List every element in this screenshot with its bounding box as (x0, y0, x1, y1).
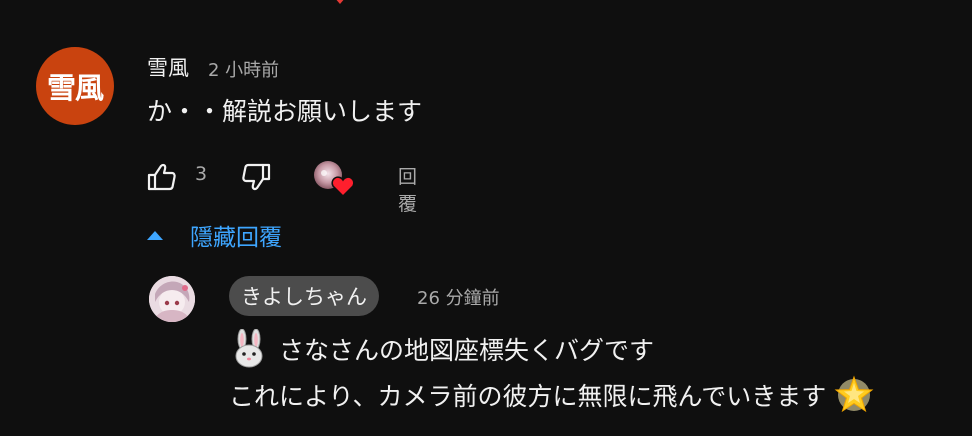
reply-line1-text: さなさんの地図座標失くバグです (279, 336, 655, 365)
glowing-star-emoji (834, 375, 874, 413)
reply-button[interactable]: 回覆 (398, 162, 417, 216)
rabbit-face-emoji (235, 329, 263, 368)
caret-up-icon (147, 231, 163, 240)
reply-author-chip[interactable]: きよしちゃん (229, 276, 379, 316)
like-count: 3 (195, 163, 208, 185)
avatar-image (149, 276, 195, 322)
reply-text-line1: さなさんの地図座標失くバグです (229, 329, 654, 369)
comment-text: か・・解説お願いします (147, 97, 423, 126)
avatar-initials: 雪風 (46, 71, 104, 105)
thumb-up-icon (147, 163, 176, 191)
thumb-down-icon (242, 163, 271, 191)
reply-avatar[interactable] (149, 276, 195, 322)
reply-timestamp[interactable]: 26 分鐘前 (417, 284, 500, 310)
reply-text-line2: これにより、カメラ前の彼方に無限に飛んでいきます (229, 373, 876, 417)
hide-replies-label: 隱藏回覆 (190, 225, 282, 251)
comment-timestamp[interactable]: 2 小時前 (208, 56, 279, 82)
hide-replies-button[interactable]: 隱藏回覆 (146, 217, 282, 253)
like-button[interactable] (147, 160, 183, 194)
avatar[interactable]: 雪風 (36, 47, 114, 125)
heart-icon (336, 0, 344, 4)
reply-line2-text: これにより、カメラ前の彼方に無限に飛んでいきます (229, 382, 827, 411)
comment-author[interactable]: 雪風 (147, 52, 189, 82)
creator-heart-icon (314, 161, 355, 198)
dislike-button[interactable] (241, 160, 277, 194)
creator-heart-button[interactable] (311, 158, 357, 202)
reply-author: きよしちゃん (241, 285, 367, 309)
